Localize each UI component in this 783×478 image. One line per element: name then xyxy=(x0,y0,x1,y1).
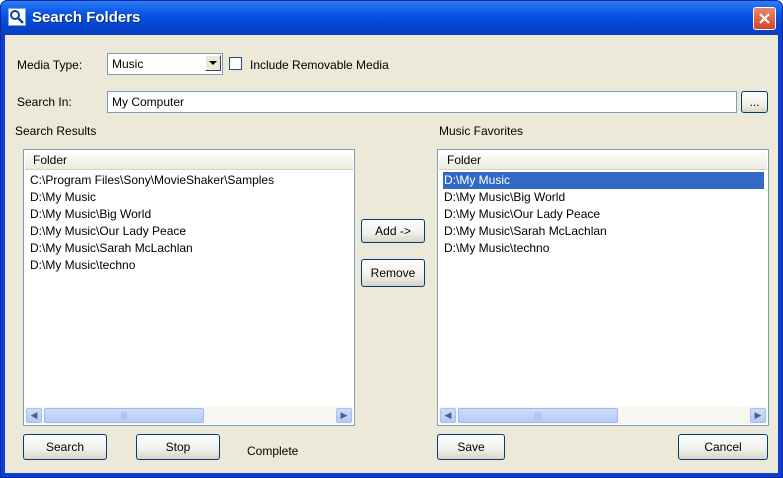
media-type-select[interactable]: Music xyxy=(107,53,223,75)
music-favorites-list[interactable]: Folder D:\My Music D:\My Music\Big World D… xyxy=(437,149,769,426)
window-title: Search Folders xyxy=(32,9,141,26)
browse-label: ... xyxy=(749,95,760,109)
list-item[interactable]: D:\My Music\Big World xyxy=(29,206,350,223)
list-item[interactable]: D:\My Music\Big World xyxy=(443,189,764,206)
favorites-rows: D:\My Music D:\My Music\Big World D:\My Mu… xyxy=(443,172,764,257)
list-item[interactable]: D:\My Music\Our Lady Peace xyxy=(443,206,764,223)
list-item[interactable]: D:\My Music xyxy=(29,189,350,206)
search-in-value: My Computer xyxy=(112,95,185,109)
list-item[interactable]: D:\My Music\Sarah McLachlan xyxy=(443,223,764,240)
add-button[interactable]: Add -> xyxy=(361,219,425,243)
remove-label: Remove xyxy=(370,266,416,280)
scroll-left-button[interactable]: ◀ xyxy=(440,408,456,423)
column-header-folder[interactable]: Folder xyxy=(25,151,353,170)
column-header-folder[interactable]: Folder xyxy=(439,151,767,170)
column-header-label: Folder xyxy=(447,153,482,167)
list-item[interactable]: D:\My Music xyxy=(443,172,764,189)
results-rows: C:\Program Files\Sony\MovieShaker\Sample… xyxy=(29,172,350,274)
search-in-input[interactable]: My Computer xyxy=(107,91,737,113)
save-button[interactable]: Save xyxy=(437,434,505,460)
stop-label: Stop xyxy=(165,440,191,454)
horizontal-scrollbar[interactable]: ◀ ||| ▶ xyxy=(439,407,767,424)
close-button[interactable] xyxy=(753,7,776,30)
search-results-list[interactable]: Folder C:\Program Files\Sony\MovieShaker… xyxy=(23,149,355,426)
save-label: Save xyxy=(457,440,485,454)
search-button[interactable]: Search xyxy=(23,434,107,460)
list-item[interactable]: D:\My Music\Our Lady Peace xyxy=(29,223,350,240)
scroll-right-button[interactable]: ▶ xyxy=(336,408,352,423)
close-icon xyxy=(759,13,770,24)
search-results-label: Search Results xyxy=(15,124,97,138)
cancel-button[interactable]: Cancel xyxy=(678,434,768,460)
title-bar[interactable]: Search Folders xyxy=(1,1,782,35)
scroll-left-button[interactable]: ◀ xyxy=(26,408,42,423)
browse-button[interactable]: ... xyxy=(741,91,768,113)
chevron-down-icon xyxy=(209,61,217,65)
list-item[interactable]: D:\My Music\techno xyxy=(443,240,764,257)
list-item[interactable]: D:\My Music\Sarah McLachlan xyxy=(29,240,350,257)
add-label: Add -> xyxy=(375,224,411,238)
scroll-thumb[interactable]: ||| xyxy=(44,408,204,423)
stop-button[interactable]: Stop xyxy=(136,434,220,460)
scroll-right-button[interactable]: ▶ xyxy=(750,408,766,423)
dropdown-button[interactable] xyxy=(205,55,221,71)
include-removable-checkbox[interactable] xyxy=(229,57,242,70)
dialog-body: Media Type: Music Include Removable Medi… xyxy=(5,35,778,473)
search-folders-window: Search Folders Media Type: Music Include… xyxy=(0,0,783,478)
list-item[interactable]: D:\My Music\techno xyxy=(29,257,350,274)
include-removable-label[interactable]: Include Removable Media xyxy=(250,58,389,72)
list-item[interactable]: C:\Program Files\Sony\MovieShaker\Sample… xyxy=(29,172,350,189)
column-header-label: Folder xyxy=(33,153,68,167)
search-folder-icon xyxy=(8,8,26,26)
search-label: Search xyxy=(45,440,85,454)
search-in-label: Search In: xyxy=(17,95,72,109)
media-type-label: Media Type: xyxy=(17,58,83,72)
scroll-thumb[interactable]: ||| xyxy=(458,408,618,423)
status-text: Complete xyxy=(247,444,299,458)
remove-button[interactable]: Remove xyxy=(361,259,425,287)
horizontal-scrollbar[interactable]: ◀ ||| ▶ xyxy=(25,407,353,424)
cancel-label: Cancel xyxy=(704,440,742,454)
music-favorites-label: Music Favorites xyxy=(439,124,524,138)
media-type-value: Music xyxy=(112,57,144,71)
